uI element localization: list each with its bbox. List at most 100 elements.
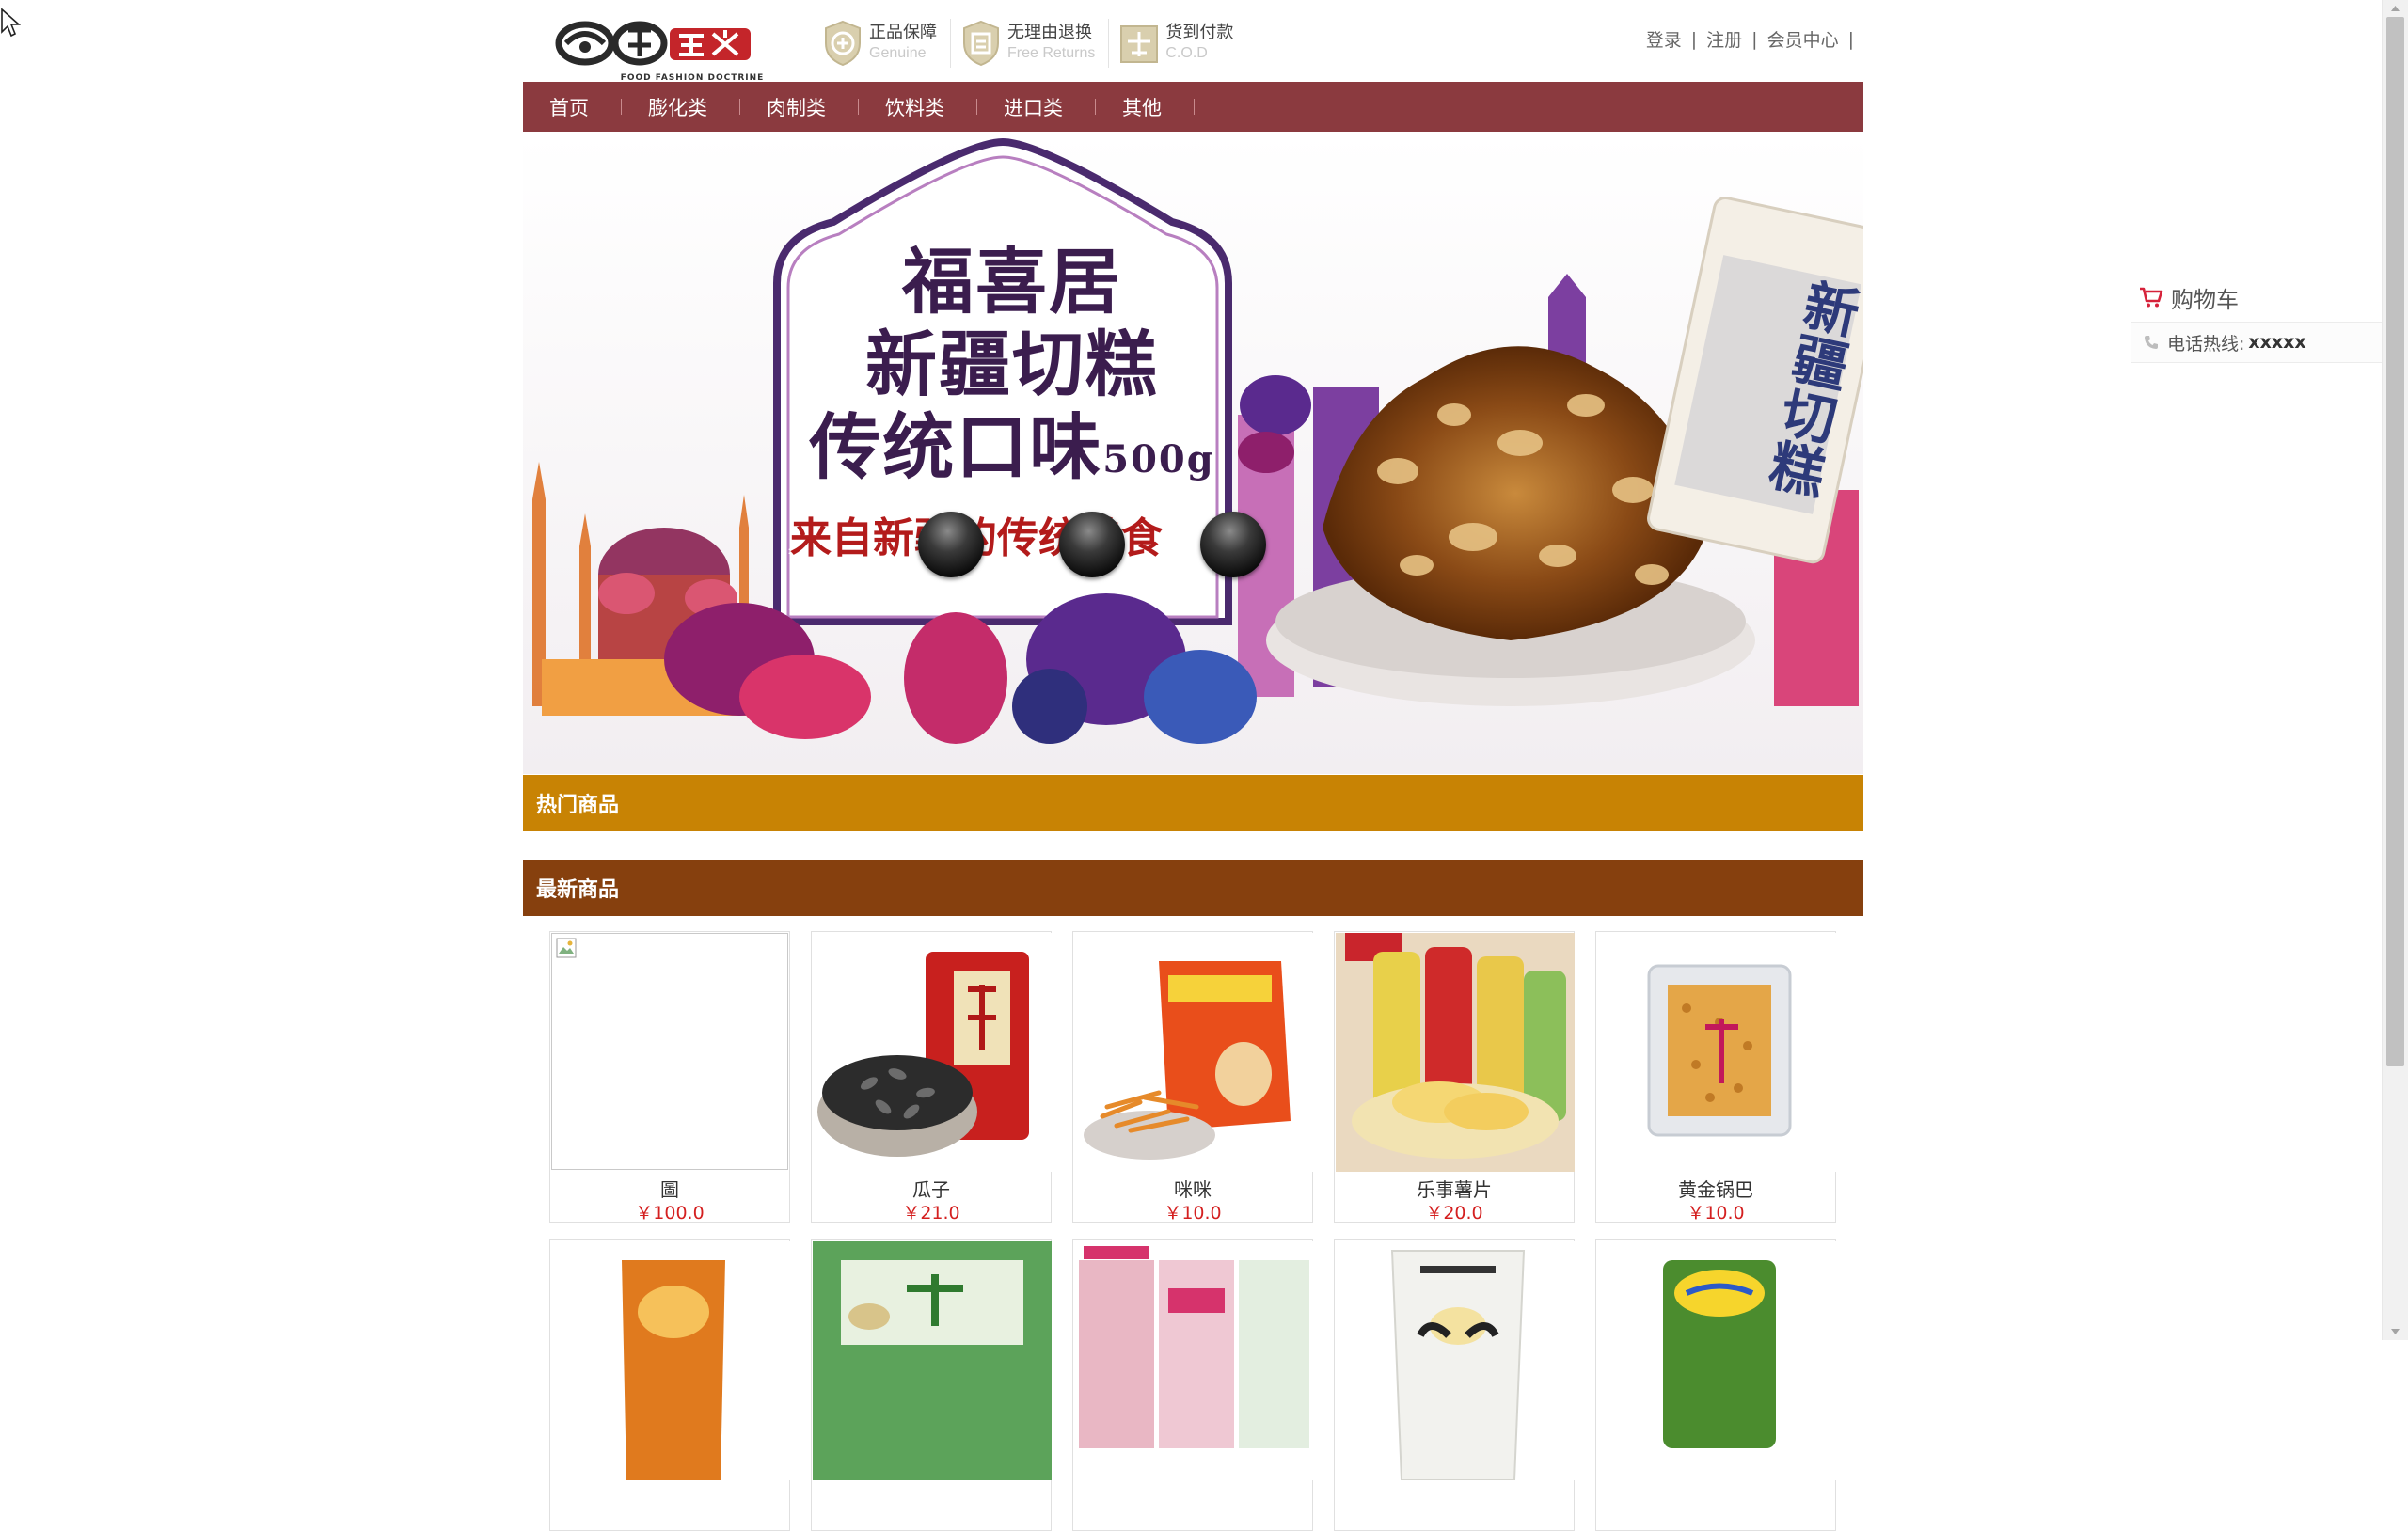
product-image[interactable] [813,1241,1052,1480]
link-separator: | [1751,28,1758,50]
nav-label[interactable]: 首页 [523,93,621,121]
product-price: ￥21.0 [902,1203,960,1223]
nav-item-home[interactable]: 首页 [523,82,622,132]
carousel-dot-2[interactable] [1059,512,1125,577]
product-price: ￥10.0 [1164,1203,1222,1223]
lays-chips-image [1336,933,1575,1172]
product-image[interactable] [1074,933,1313,1172]
badge-cod-subtitle: C.O.D [1165,45,1208,61]
nav-item-meat[interactable]: 肉制类 [740,82,859,132]
product-image-broken[interactable] [551,933,790,1172]
product-card[interactable] [549,1239,790,1531]
floating-side-panel: 购物车 电话热线: xxxxx [2131,278,2385,363]
link-separator: | [1690,28,1698,50]
sunflower-seeds-image [813,933,1052,1172]
nav-item-drinks[interactable]: 饮料类 [859,82,977,132]
badge-returns-title: 无理由退换 [1007,23,1092,42]
cart-link[interactable]: 购物车 [2131,278,2385,316]
hot-products-title: 热门商品 [536,794,620,817]
scrollbar-thumb[interactable] [2386,17,2404,1066]
shopping-cart-icon [2140,287,2163,308]
cod-box-icon [1120,25,1159,63]
nav-item-puffed[interactable]: 膨化类 [622,82,740,132]
product-price: ￥20.0 [1425,1203,1483,1223]
product-card[interactable] [1072,1239,1313,1531]
nav-label[interactable]: 进口类 [977,93,1095,121]
new-products-header: 最新商品 [523,860,1863,916]
product-card[interactable]: 咪咪 ￥10.0 [1072,931,1313,1223]
badge-returns-subtitle: Free Returns [1007,45,1096,61]
nav-item-imported[interactable]: 进口类 [977,82,1096,132]
hotline-label: 电话热线: [2167,333,2245,355]
badge-genuine-subtitle: Genuine [869,45,927,61]
vertical-scrollbar[interactable] [2382,0,2408,1340]
dog-food-bag-image [1336,1241,1575,1480]
product-name[interactable]: 咪咪 [1073,1175,1312,1202]
product-name[interactable]: 圖 [550,1175,789,1202]
product-name[interactable]: 瓜子 [812,1175,1051,1202]
nav-label[interactable]: 膨化类 [622,93,739,121]
hotline-number: xxxxx [2248,332,2306,353]
banner-artwork [523,133,1863,774]
user-links: 登录 | 注册 | 会员中心 | [1646,26,1863,52]
site-logo[interactable]: FOOD FASHION DOCTRINE [553,19,763,83]
product-image[interactable] [1074,1241,1313,1480]
carousel-dot-3[interactable] [1200,512,1266,577]
scroll-up-arrow-icon[interactable] [2383,0,2408,17]
scroll-down-arrow-icon[interactable] [2383,1323,2408,1340]
badge-genuine-title: 正品保障 [869,23,937,42]
logo-mark-icon [555,21,751,66]
link-separator: | [1847,28,1854,50]
product-card[interactable] [1595,1239,1836,1531]
nav-label[interactable]: 饮料类 [859,93,976,121]
service-badges: 正品保障 Genuine 无理由退换 Free Returns 货到付款 C.O… [822,19,1256,68]
carousel-dot-1[interactable] [918,512,984,577]
nav-label[interactable]: 肉制类 [740,93,858,121]
member-center-link[interactable]: 会员中心 [1767,26,1839,52]
nav-label[interactable]: 其他 [1096,93,1194,121]
golden-crispy-rice-image [1597,933,1836,1172]
product-card[interactable]: 乐事薯片 ￥20.0 [1334,931,1575,1223]
badge-genuine: 正品保障 Genuine [822,19,951,68]
genuine-shield-icon [825,20,861,67]
badge-cod-title: 货到付款 [1165,23,1234,42]
hot-products-header: 热门商品 [523,775,1863,831]
badge-cod: 货到付款 C.O.D [1118,19,1246,68]
product-image[interactable] [1597,933,1836,1172]
product-image[interactable] [1597,1241,1836,1480]
badge-free-returns: 无理由退换 Free Returns [960,19,1110,68]
chicky-chic-image [1597,1241,1836,1480]
mouse-cursor-icon [1,8,22,38]
nav-item-other[interactable]: 其他 [1096,82,1195,132]
product-card[interactable]: 瓜子 ￥21.0 [811,931,1052,1223]
product-name[interactable]: 黄金锅巴 [1596,1175,1835,1202]
main-nav: 首页 膨化类 肉制类 饮料类 进口类 其他 [523,82,1863,132]
site-header: FOOD FASHION DOCTRINE 正品保障 Genuine 无理由退换… [523,0,1863,83]
product-name[interactable]: 乐事薯片 [1335,1175,1574,1202]
product-image[interactable] [551,1241,790,1480]
phone-icon [2145,336,2158,349]
product-card[interactable]: 黄金锅巴 ￥10.0 [1595,931,1836,1223]
return-shield-icon [963,20,999,67]
hotline-row: 电话热线: xxxxx [2131,322,2385,363]
cart-label[interactable]: 购物车 [2171,281,2239,314]
product-price: ￥10.0 [1687,1203,1745,1223]
product-image[interactable] [1336,1241,1575,1480]
new-products-title: 最新商品 [536,878,620,902]
product-image[interactable] [1336,933,1575,1172]
broken-image-icon [556,938,577,958]
nav-divider [1194,99,1195,115]
product-card[interactable]: 圖 ￥100.0 [549,931,790,1223]
login-link[interactable]: 登录 [1646,26,1682,52]
orange-snack-image [551,1241,790,1480]
promo-banner[interactable]: 福喜居 新疆切糕 传统口味500g 来自新疆的传统美食 新疆切糕 [523,133,1863,774]
mimi-snack-image [1074,933,1313,1172]
rice-puffs-image [1074,1241,1313,1480]
product-price: ￥100.0 [635,1203,705,1223]
pistachio-bag-image [813,1241,1052,1480]
register-link[interactable]: 注册 [1706,26,1742,52]
product-card[interactable] [811,1239,1052,1531]
broken-image-frame [551,933,788,1170]
product-card[interactable] [1334,1239,1575,1531]
product-image[interactable] [813,933,1052,1172]
